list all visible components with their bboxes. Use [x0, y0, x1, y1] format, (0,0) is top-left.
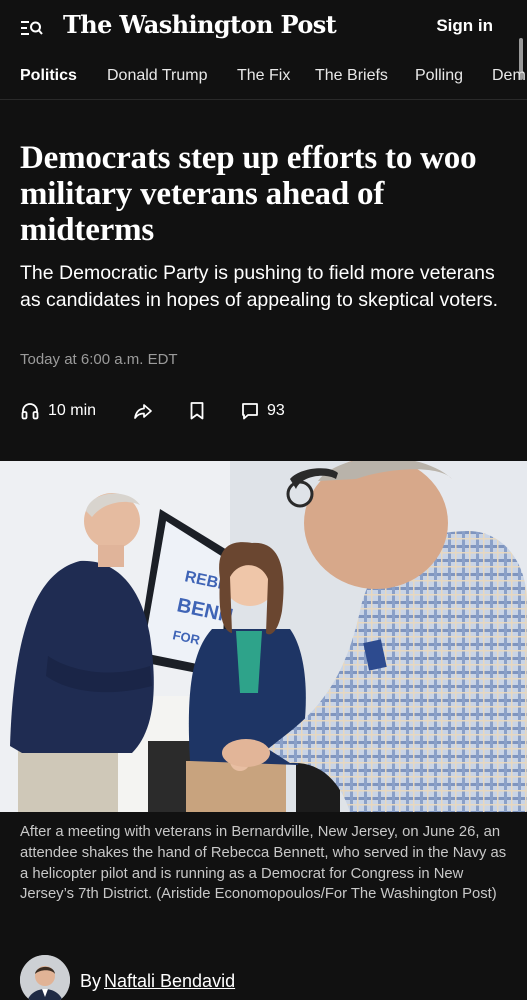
- menu-search-icon[interactable]: [20, 17, 44, 39]
- save-button[interactable]: [189, 398, 205, 424]
- nav-item-the-fix[interactable]: The Fix: [237, 67, 290, 85]
- comments-count: 93: [267, 402, 285, 419]
- nav-item-dem[interactable]: Dem: [492, 67, 526, 85]
- nav-item-politics[interactable]: Politics: [20, 67, 77, 85]
- nav-item-donald-trump[interactable]: Donald Trump: [107, 67, 208, 85]
- comment-icon: [241, 401, 259, 421]
- article-timestamp: Today at 6:00 a.m. EDT: [20, 351, 178, 368]
- share-button[interactable]: [133, 398, 153, 424]
- article-headline: Democrats step up efforts to woo militar…: [20, 140, 477, 248]
- listen-duration: 10 min: [48, 402, 97, 419]
- headphones-icon: [20, 401, 40, 421]
- article-dek: The Democratic Party is pushing to field…: [20, 262, 499, 311]
- section-nav: Politics Donald Trump The Fix The Briefs…: [0, 56, 527, 100]
- author-link[interactable]: Naftali Bendavid: [104, 971, 235, 992]
- top-bar: The Washington Post Sign in: [0, 0, 527, 56]
- byline: By Naftali Bendavid: [20, 955, 500, 1000]
- comments-button[interactable]: 93: [241, 398, 285, 424]
- site-logo[interactable]: The Washington Post: [63, 10, 337, 39]
- byline-prefix: By: [80, 971, 102, 991]
- nav-item-the-briefs[interactable]: The Briefs: [315, 67, 388, 85]
- sign-in-button[interactable]: Sign in: [436, 16, 493, 36]
- bookmark-icon: [189, 401, 205, 421]
- lead-photo[interactable]: REBE BENN FOR: [0, 461, 527, 812]
- share-arrow-icon: [133, 401, 153, 421]
- photo-caption: After a meeting with veterans in Bernard…: [20, 824, 507, 903]
- handshake: [222, 739, 270, 767]
- nav-item-polling[interactable]: Polling: [415, 67, 463, 85]
- listen-button[interactable]: 10 min: [20, 398, 96, 424]
- article-actions: 10 min 93: [20, 398, 420, 424]
- author-avatar[interactable]: [20, 955, 70, 1000]
